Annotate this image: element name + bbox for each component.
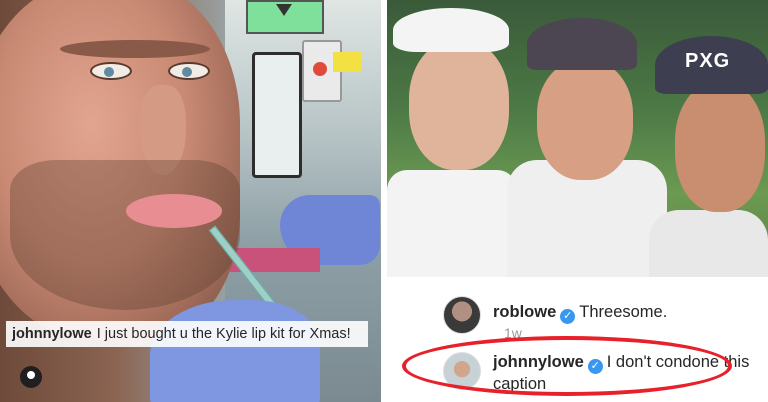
comment-username[interactable]: roblowe [493, 303, 556, 321]
person-3-face [675, 82, 765, 212]
beard-stubble [10, 160, 240, 310]
caption-username[interactable]: johnnylowe [12, 326, 92, 342]
pouting-lip [126, 194, 222, 228]
device-light [313, 62, 327, 76]
person-2-cap [527, 18, 637, 70]
photo-caption: johnnylowe I just bought u the Kylie lip… [6, 321, 368, 347]
sticky-note [333, 52, 361, 72]
person-tag-icon[interactable] [20, 366, 42, 388]
comment-roblowe: roblowe ✓ Threesome. [443, 296, 768, 334]
left-post-panel: johnnylowe I just bought u the Kylie lip… [0, 0, 381, 402]
person-3-shirt [649, 210, 768, 277]
person-1-face [409, 40, 509, 170]
cap-logo: PXG [685, 50, 731, 72]
golf-selfie-photo: PXG [387, 0, 768, 277]
caption-text: I just bought u the Kylie lip kit for Xm… [96, 326, 351, 342]
comment-text: Threesome. [579, 303, 668, 321]
eyebrows [60, 40, 210, 58]
red-highlight-circle [402, 336, 732, 396]
avatar-roblowe[interactable] [443, 296, 481, 334]
right-post-panel: PXG roblowe ✓ Threesome. 1w johnnylowe ✓ I d… [387, 0, 768, 402]
person-1-shirt [387, 170, 517, 277]
left-eye [90, 62, 132, 80]
medical-monitor [252, 52, 302, 178]
person-2-face [537, 60, 633, 180]
gloved-hand [150, 300, 320, 402]
verified-badge-icon: ✓ [560, 309, 576, 324]
person-1-visor [393, 8, 509, 52]
sign-arrow-icon [276, 4, 292, 16]
right-eye [168, 62, 210, 80]
